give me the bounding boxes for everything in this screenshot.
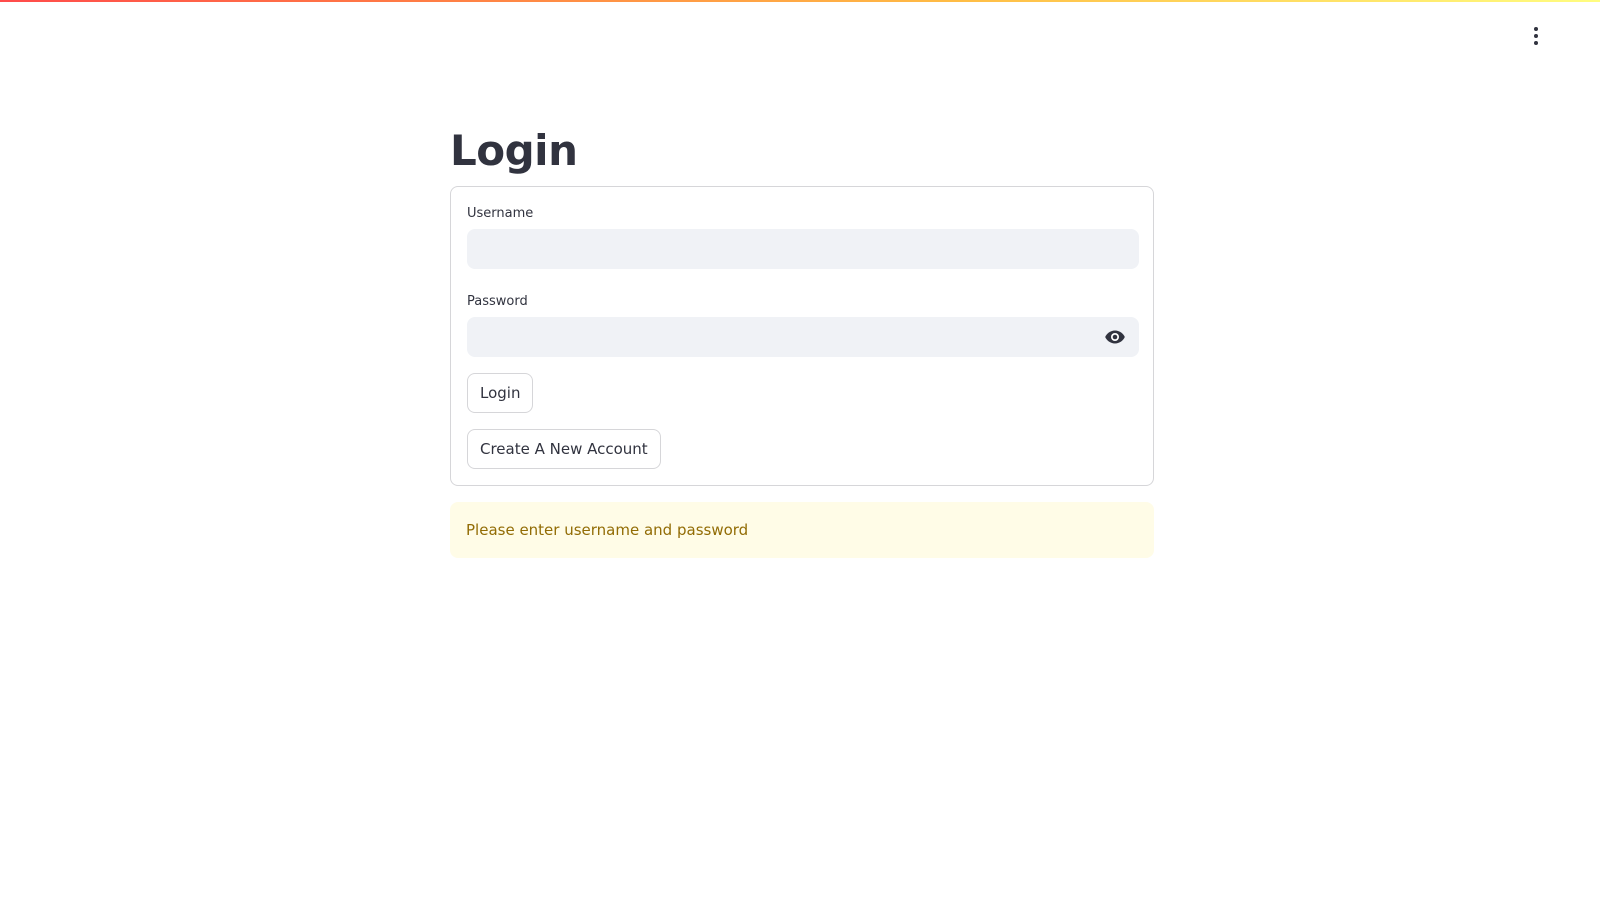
login-form: Username Password Login Create A New Acc… xyxy=(450,186,1154,486)
password-visibility-toggle[interactable] xyxy=(1103,325,1127,349)
username-group: Username xyxy=(467,203,1139,269)
password-field-wrapper xyxy=(467,317,1139,357)
top-decoration-bar xyxy=(0,0,1600,2)
create-account-button[interactable]: Create A New Account xyxy=(467,429,661,469)
login-button[interactable]: Login xyxy=(467,373,534,413)
username-label: Username xyxy=(467,206,534,221)
page-title: Login xyxy=(450,126,578,175)
password-label: Password xyxy=(467,294,528,309)
main-menu-button[interactable] xyxy=(1526,24,1546,48)
vertical-ellipsis-icon-dot xyxy=(1534,34,1538,38)
vertical-ellipsis-icon-dot xyxy=(1534,41,1538,45)
username-field-wrapper xyxy=(467,229,1139,269)
warning-alert: Please enter username and password xyxy=(450,502,1154,558)
vertical-ellipsis-icon xyxy=(1534,27,1538,31)
password-input[interactable] xyxy=(467,317,1139,357)
eye-icon xyxy=(1105,330,1125,344)
main-content: Login Username Password Login Create A N… xyxy=(450,120,1154,558)
username-input[interactable] xyxy=(467,229,1139,269)
alert-message: Please enter username and password xyxy=(466,521,749,539)
login-button-row: Login xyxy=(467,373,1137,413)
password-group: Password xyxy=(467,291,1139,357)
create-account-button-row: Create A New Account xyxy=(467,429,1137,469)
